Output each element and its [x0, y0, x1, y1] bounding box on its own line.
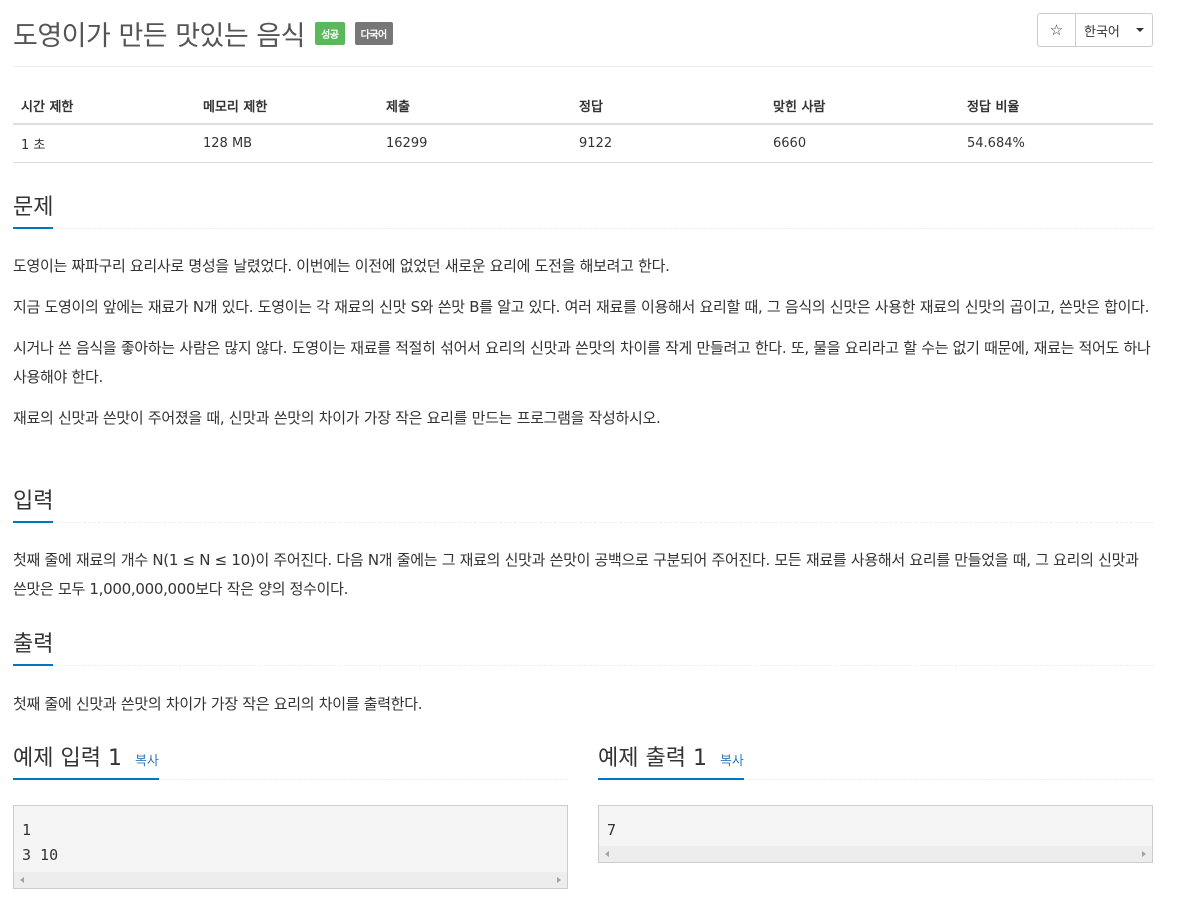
solvers-value: 6660	[765, 124, 959, 163]
output-section-title: 출력	[13, 626, 54, 666]
title-row: 도영이가 만든 맛있는 음식 성공 다국어	[13, 10, 1153, 66]
problem-title: 도영이가 만든 맛있는 음식	[13, 21, 306, 52]
ratio-value: 54.684%	[959, 124, 1153, 163]
accepted-value: 9122	[571, 124, 765, 163]
output-section-header: 출력	[13, 623, 1153, 666]
input-description: 첫째 줄에 재료의 개수 N(1 ≤ N ≤ 10)이 주어진다. 다음 N개 …	[13, 546, 1153, 616]
success-badge: 성공	[315, 22, 345, 45]
sample-input-header: 예제 입력 1 복사	[13, 741, 568, 780]
accepted-header: 정답	[571, 86, 765, 125]
problem-paragraph: 재료의 신맛과 쓴맛이 주어졌을 때, 신맛과 쓴맛의 차이가 가장 작은 요리…	[13, 409, 661, 427]
sample-output-title: 예제 출력 1 복사	[598, 740, 744, 780]
submissions-value: 16299	[378, 124, 571, 163]
language-dropdown[interactable]: 한국어	[1076, 14, 1152, 46]
title-actions: ☆ 한국어	[1037, 13, 1153, 47]
star-icon: ☆	[1049, 21, 1064, 39]
language-label: 한국어	[1084, 24, 1120, 40]
input-paragraph: 첫째 줄에 재료의 개수 N(1 ≤ N ≤ 10)이 주어진다. 다음 N개 …	[13, 551, 1139, 598]
solvers-header: 맞힌 사람	[765, 86, 959, 125]
output-description: 첫째 줄에 신맛과 쓴맛의 차이가 가장 작은 요리의 차이를 출력한다.	[13, 690, 1153, 731]
problem-paragraph: 시거나 쓴 음식을 좋아하는 사람은 많지 않다. 도영이는 재료를 적절히 섞…	[13, 339, 1151, 386]
ratio-header: 정답 비율	[959, 86, 1153, 125]
input-section-header: 입력	[13, 480, 1153, 523]
problem-info-table: 시간 제한 메모리 제한 제출 정답 맞힌 사람 정답 비율 1 초 128 M…	[13, 86, 1153, 163]
info-header-row: 시간 제한 메모리 제한 제출 정답 맞힌 사람 정답 비율	[13, 86, 1153, 125]
title-divider	[13, 66, 1153, 67]
memory-limit-header: 메모리 제한	[195, 86, 378, 125]
problem-description: 도영이는 짜파구리 요리사로 명성을 날렸었다. 이번에는 이전에 없었던 새로…	[13, 252, 1153, 445]
problem-page: 도영이가 만든 맛있는 음식 성공 다국어 ☆ 한국어 시간 제한 메모리 제한…	[0, 0, 1185, 900]
problem-paragraph: 지금 도영이의 앞에는 재료가 N개 있다. 도영이는 각 재료의 신맛 S와 …	[13, 298, 1150, 316]
sample-input-content: 1 3 10	[22, 821, 59, 864]
multilang-badge: 다국어	[354, 22, 393, 45]
sample-output-header: 예제 출력 1 복사	[598, 741, 1153, 780]
problem-section-title: 문제	[13, 189, 54, 229]
horizontal-scrollbar[interactable]	[599, 846, 1152, 862]
scroll-right-icon[interactable]	[557, 877, 561, 883]
sample-input-title-text: 예제 입력 1	[13, 746, 122, 771]
copy-sample-output-link[interactable]: 복사	[720, 754, 744, 769]
sample-output-box[interactable]: 7	[598, 805, 1153, 863]
sample-input-box[interactable]: 1 3 10	[13, 805, 568, 889]
submissions-header: 제출	[378, 86, 571, 125]
horizontal-scrollbar[interactable]	[14, 872, 567, 888]
favorite-button[interactable]: ☆	[1038, 14, 1076, 46]
scroll-left-icon[interactable]	[20, 877, 24, 883]
sample-output-content: 7	[607, 821, 617, 839]
input-section-title: 입력	[13, 483, 54, 523]
scroll-left-icon[interactable]	[605, 851, 609, 857]
time-limit-header: 시간 제한	[13, 86, 195, 125]
time-limit-value: 1 초	[13, 124, 195, 163]
output-paragraph: 첫째 줄에 신맛과 쓴맛의 차이가 가장 작은 요리의 차이를 출력한다.	[13, 695, 423, 713]
problem-paragraph: 도영이는 짜파구리 요리사로 명성을 날렸었다. 이번에는 이전에 없었던 새로…	[13, 257, 670, 275]
sample-input-title: 예제 입력 1 복사	[13, 740, 159, 780]
problem-section-header: 문제	[13, 186, 1153, 229]
info-value-row: 1 초 128 MB 16299 9122 6660 54.684%	[13, 124, 1153, 163]
sample-output-title-text: 예제 출력 1	[598, 746, 707, 771]
copy-sample-input-link[interactable]: 복사	[135, 754, 159, 769]
scroll-right-icon[interactable]	[1142, 851, 1146, 857]
page-title: 도영이가 만든 맛있는 음식 성공 다국어	[13, 14, 393, 53]
memory-limit-value: 128 MB	[195, 124, 378, 163]
caret-down-icon	[1136, 28, 1144, 32]
